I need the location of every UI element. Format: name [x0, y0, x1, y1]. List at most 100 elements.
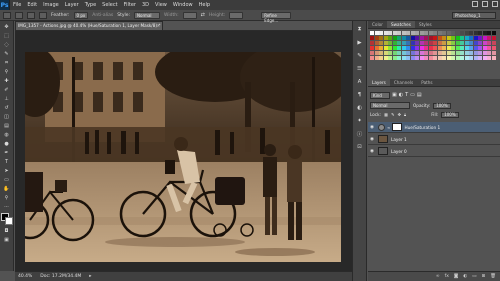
color-swatch[interactable] — [442, 41, 446, 45]
color-swatch[interactable] — [428, 31, 433, 35]
color-swatch[interactable] — [437, 36, 442, 40]
menu-select[interactable]: Select — [99, 2, 120, 8]
dodge-tool-icon[interactable]: ● — [3, 140, 11, 147]
document-tab[interactable]: IMG_1357 - Actions.jpg @ 40.4% (Hue/Satu… — [15, 21, 163, 30]
healing-brush-tool-icon[interactable]: ✚ — [3, 77, 11, 84]
color-swatch[interactable] — [370, 41, 374, 45]
properties-panel-icon[interactable]: ☰ — [355, 64, 364, 73]
workspace-select[interactable]: Photoshop_1 — [452, 12, 496, 19]
color-swatch[interactable] — [428, 56, 433, 60]
color-swatch[interactable] — [460, 56, 464, 60]
menu-layer[interactable]: Layer — [62, 2, 82, 8]
color-swatch[interactable] — [415, 41, 419, 45]
color-swatch[interactable] — [446, 56, 451, 60]
color-swatch[interactable] — [442, 31, 446, 35]
color-swatch[interactable] — [424, 51, 428, 55]
color-swatch[interactable] — [370, 51, 374, 55]
color-swatch[interactable] — [415, 31, 419, 35]
quick-mask-icon[interactable]: ◘ — [3, 227, 11, 234]
delete-layer-icon[interactable]: 🗑︎ — [490, 274, 496, 279]
color-swatch[interactable] — [464, 56, 469, 60]
color-swatch[interactable] — [388, 56, 392, 60]
color-swatch[interactable] — [410, 36, 415, 40]
color-swatch[interactable] — [433, 36, 437, 40]
color-swatch[interactable] — [374, 51, 379, 55]
color-swatch[interactable] — [397, 46, 401, 50]
crop-tool-icon[interactable]: ⌗ — [3, 59, 11, 66]
color-swatch[interactable] — [397, 51, 401, 55]
color-swatch[interactable] — [424, 46, 428, 50]
color-swatch[interactable] — [491, 41, 496, 45]
antialias-label[interactable]: Anti-alias — [92, 13, 113, 18]
color-swatch[interactable] — [491, 36, 496, 40]
pen-tool-icon[interactable]: ✒ — [3, 149, 11, 156]
color-swatch[interactable] — [464, 31, 469, 35]
swap-icon[interactable]: ⇄ — [201, 12, 205, 18]
color-swatch[interactable] — [428, 46, 433, 50]
color-swatch[interactable] — [401, 31, 406, 35]
path-select-tool-icon[interactable]: ➤ — [3, 167, 11, 174]
color-swatch[interactable] — [424, 56, 428, 60]
quick-select-tool-icon[interactable]: ✎ — [3, 50, 11, 57]
color-swatch[interactable] — [388, 46, 392, 50]
color-swatch[interactable] — [383, 46, 388, 50]
menu-image[interactable]: Image — [40, 2, 62, 8]
color-swatch[interactable] — [428, 51, 433, 55]
color-swatch[interactable] — [406, 46, 410, 50]
color-swatch[interactable] — [392, 36, 397, 40]
close-tab-icon[interactable]: × — [156, 22, 160, 30]
color-swatch[interactable] — [478, 31, 482, 35]
status-menu-icon[interactable]: ▸ — [89, 274, 91, 279]
color-swatch[interactable] — [370, 46, 374, 50]
color-swatch[interactable] — [482, 36, 487, 40]
color-swatch[interactable] — [491, 31, 496, 35]
adjustments-panel-icon[interactable]: ◐ — [355, 103, 364, 112]
tab-color[interactable]: Color — [368, 21, 387, 28]
color-swatch[interactable] — [473, 51, 478, 55]
color-swatch[interactable] — [482, 31, 487, 35]
menu-help[interactable]: Help — [196, 2, 213, 8]
fill-input[interactable]: 100% — [441, 111, 459, 118]
color-swatch[interactable] — [397, 41, 401, 45]
color-swatch[interactable] — [379, 36, 383, 40]
new-selection-icon[interactable] — [15, 11, 23, 19]
color-swatch[interactable] — [415, 51, 419, 55]
color-swatch[interactable] — [406, 31, 410, 35]
color-swatch[interactable] — [478, 56, 482, 60]
color-swatch[interactable] — [464, 41, 469, 45]
navigator-panel-icon[interactable]: ⊡ — [355, 142, 364, 151]
eraser-tool-icon[interactable]: ◫ — [3, 113, 11, 120]
color-swatch[interactable] — [455, 46, 460, 50]
color-swatch[interactable] — [379, 56, 383, 60]
color-swatch[interactable] — [455, 36, 460, 40]
color-swatch[interactable] — [469, 51, 473, 55]
menu-view[interactable]: View — [152, 2, 170, 8]
color-swatch[interactable] — [379, 41, 383, 45]
color-swatch[interactable] — [433, 31, 437, 35]
zoom-tool-icon[interactable]: ⚲ — [3, 194, 11, 201]
lock-pixels-icon[interactable]: ✎ — [391, 112, 395, 117]
color-swatch[interactable] — [473, 46, 478, 50]
color-swatch[interactable] — [437, 51, 442, 55]
subtract-selection-icon[interactable] — [39, 11, 47, 19]
color-swatch[interactable] — [460, 31, 464, 35]
brush-panel-icon[interactable]: ✎ — [355, 51, 364, 60]
color-swatch[interactable] — [455, 51, 460, 55]
color-swatch[interactable] — [410, 41, 415, 45]
color-swatch[interactable] — [415, 56, 419, 60]
sepia-photo[interactable] — [25, 52, 341, 262]
color-swatch[interactable] — [424, 31, 428, 35]
color-swatch[interactable] — [392, 46, 397, 50]
color-swatch[interactable] — [419, 56, 424, 60]
lock-transparent-icon[interactable]: ▦ — [384, 112, 388, 117]
width-input[interactable] — [182, 11, 197, 19]
layer-1[interactable]: ◉ Layer 1 — [368, 134, 500, 145]
tab-styles[interactable]: Styles — [415, 21, 436, 28]
color-swatch[interactable] — [397, 31, 401, 35]
color-swatch[interactable] — [487, 51, 491, 55]
color-swatch[interactable] — [419, 41, 424, 45]
history-panel-icon[interactable]: ⧗ — [355, 25, 364, 34]
gradient-tool-icon[interactable]: ▤ — [3, 122, 11, 129]
color-swatch[interactable] — [383, 31, 388, 35]
color-swatch[interactable] — [460, 51, 464, 55]
